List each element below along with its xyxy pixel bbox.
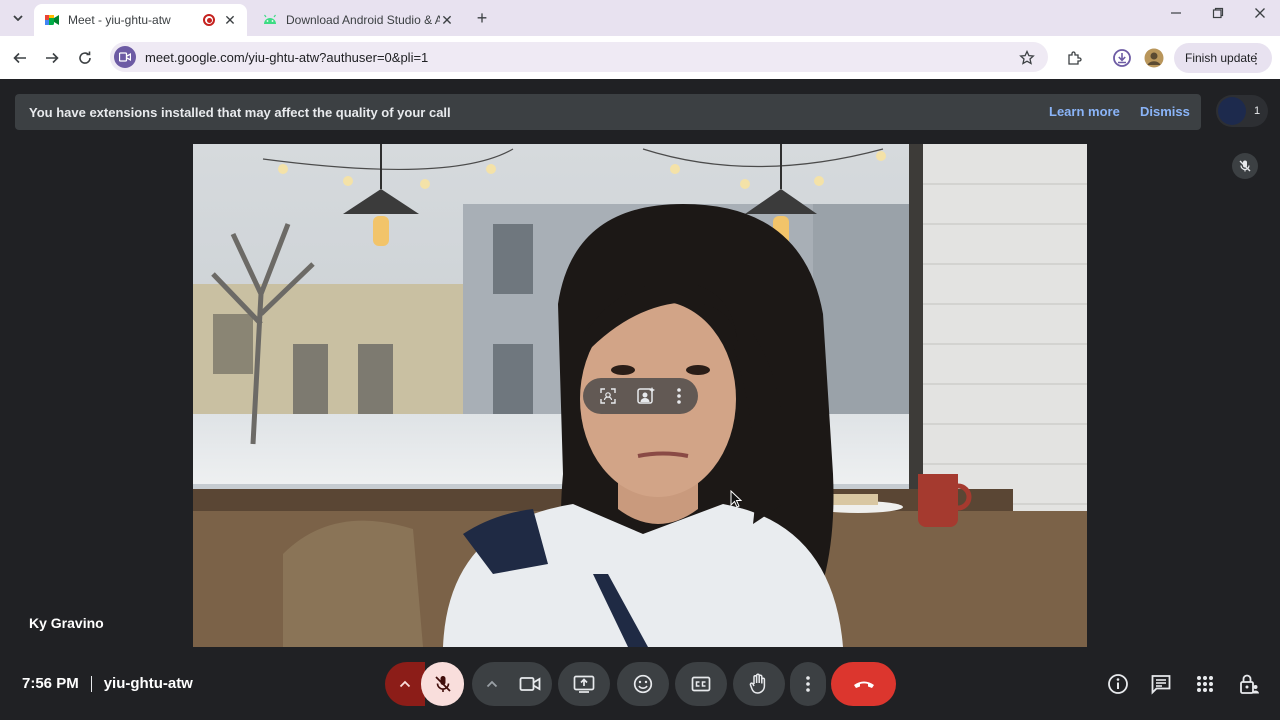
send-reaction-button[interactable] (617, 662, 669, 706)
chat-icon (1151, 675, 1171, 695)
close-tab-icon[interactable]: ✕ (440, 12, 454, 29)
finish-update-label: Finish update (1185, 51, 1258, 65)
extensions-warning-banner: You have extensions installed that may a… (15, 94, 1201, 130)
emoji-icon (633, 674, 653, 694)
visual-effects-icon[interactable] (636, 386, 656, 406)
back-button[interactable] (8, 46, 32, 70)
mic-muted-indicator-icon (1232, 153, 1258, 179)
participant-avatar (1218, 97, 1246, 125)
more-options-button[interactable] (790, 662, 826, 706)
chevron-up-icon (486, 680, 498, 688)
mouse-pointer-icon (730, 490, 742, 508)
apps-grid-icon (1197, 676, 1213, 692)
browser-toolbar: meet.google.com/yiu-ghtu-atw?authuser=0&… (0, 36, 1280, 79)
bookmark-star-icon[interactable] (1015, 46, 1039, 70)
tab-android-studio[interactable]: Download Android Studio & App ✕ (252, 4, 464, 36)
reload-button[interactable] (73, 46, 97, 70)
profile-avatar[interactable] (1142, 46, 1166, 70)
dismiss-button[interactable]: Dismiss (1140, 104, 1190, 119)
present-screen-button[interactable] (558, 662, 610, 706)
leave-call-button[interactable] (831, 662, 896, 706)
url-text[interactable]: meet.google.com/yiu-ghtu-atw?authuser=0&… (145, 50, 428, 65)
browser-tab-strip: Meet - yiu-ghtu-atw ✕ Download Android S… (0, 0, 1280, 36)
raise-hand-button[interactable] (733, 662, 785, 706)
call-end-icon (853, 681, 874, 688)
more-vert-icon: ⋮ (1249, 50, 1263, 66)
activities-button[interactable] (1192, 671, 1218, 697)
self-video-tile[interactable] (193, 144, 1087, 647)
close-window-icon[interactable] (1248, 6, 1272, 22)
microphone-toggle-button[interactable] (421, 662, 464, 706)
audio-settings-button[interactable] (385, 662, 425, 706)
chevron-up-icon (399, 680, 411, 688)
banner-message: You have extensions installed that may a… (29, 104, 451, 120)
meet-stage: You have extensions installed that may a… (0, 79, 1280, 720)
captions-button[interactable] (675, 662, 727, 706)
tab-search-button[interactable] (8, 8, 28, 28)
more-vert-icon (806, 676, 810, 692)
reload-icon (79, 51, 91, 64)
download-icon[interactable] (1110, 46, 1134, 70)
camera-control-group (472, 662, 552, 706)
participant-name: Ky Gravino (29, 615, 104, 631)
extensions-icon[interactable] (1062, 46, 1086, 70)
host-controls-button[interactable] (1236, 671, 1262, 697)
site-info-icon[interactable] (114, 46, 136, 68)
minimize-icon[interactable] (1164, 6, 1188, 22)
tab-meet[interactable]: Meet - yiu-ghtu-atw ✕ (34, 4, 247, 36)
google-meet-icon (44, 12, 60, 28)
hand-icon (749, 673, 766, 694)
current-time: 7:56 PM (22, 675, 79, 692)
forward-button[interactable] (40, 46, 64, 70)
info-icon (1108, 674, 1128, 694)
chevron-down-icon (13, 15, 23, 21)
finish-update-button[interactable]: Finish update ⋮ (1174, 43, 1272, 73)
microphone-control-group (385, 662, 464, 706)
framing-icon[interactable] (599, 387, 617, 405)
closed-caption-icon (691, 676, 711, 692)
address-bar[interactable]: meet.google.com/yiu-ghtu-atw?authuser=0&… (110, 42, 1048, 72)
video-tile-overlay (583, 378, 698, 414)
tab-title: Download Android Studio & App (286, 13, 440, 27)
mic-off-icon (434, 676, 451, 692)
divider (90, 675, 92, 692)
meeting-code: yiu-ghtu-atw (103, 675, 193, 692)
arrow-right-icon (46, 52, 59, 64)
android-icon (262, 12, 278, 28)
lock-person-icon (1240, 674, 1259, 694)
present-to-all-icon (573, 675, 595, 693)
learn-more-link[interactable]: Learn more (1049, 104, 1120, 119)
videocam-icon (519, 677, 541, 691)
tab-title: Meet - yiu-ghtu-atw (68, 13, 171, 27)
recording-indicator-icon (203, 14, 215, 26)
participants-chip[interactable]: 1 (1216, 95, 1268, 127)
arrow-left-icon (13, 52, 26, 64)
close-tab-icon[interactable]: ✕ (223, 12, 237, 29)
restore-icon[interactable] (1206, 6, 1230, 22)
video-settings-button[interactable] (472, 662, 512, 706)
tile-more-options-icon[interactable] (676, 387, 682, 405)
chat-button[interactable] (1148, 671, 1174, 697)
camera-toggle-button[interactable] (508, 662, 552, 706)
meeting-details-button[interactable] (1105, 671, 1131, 697)
meeting-info-bar: 7:56 PM yiu-ghtu-atw (22, 675, 193, 692)
new-tab-button[interactable]: + (472, 8, 492, 28)
participant-count: 1 (1254, 105, 1261, 117)
